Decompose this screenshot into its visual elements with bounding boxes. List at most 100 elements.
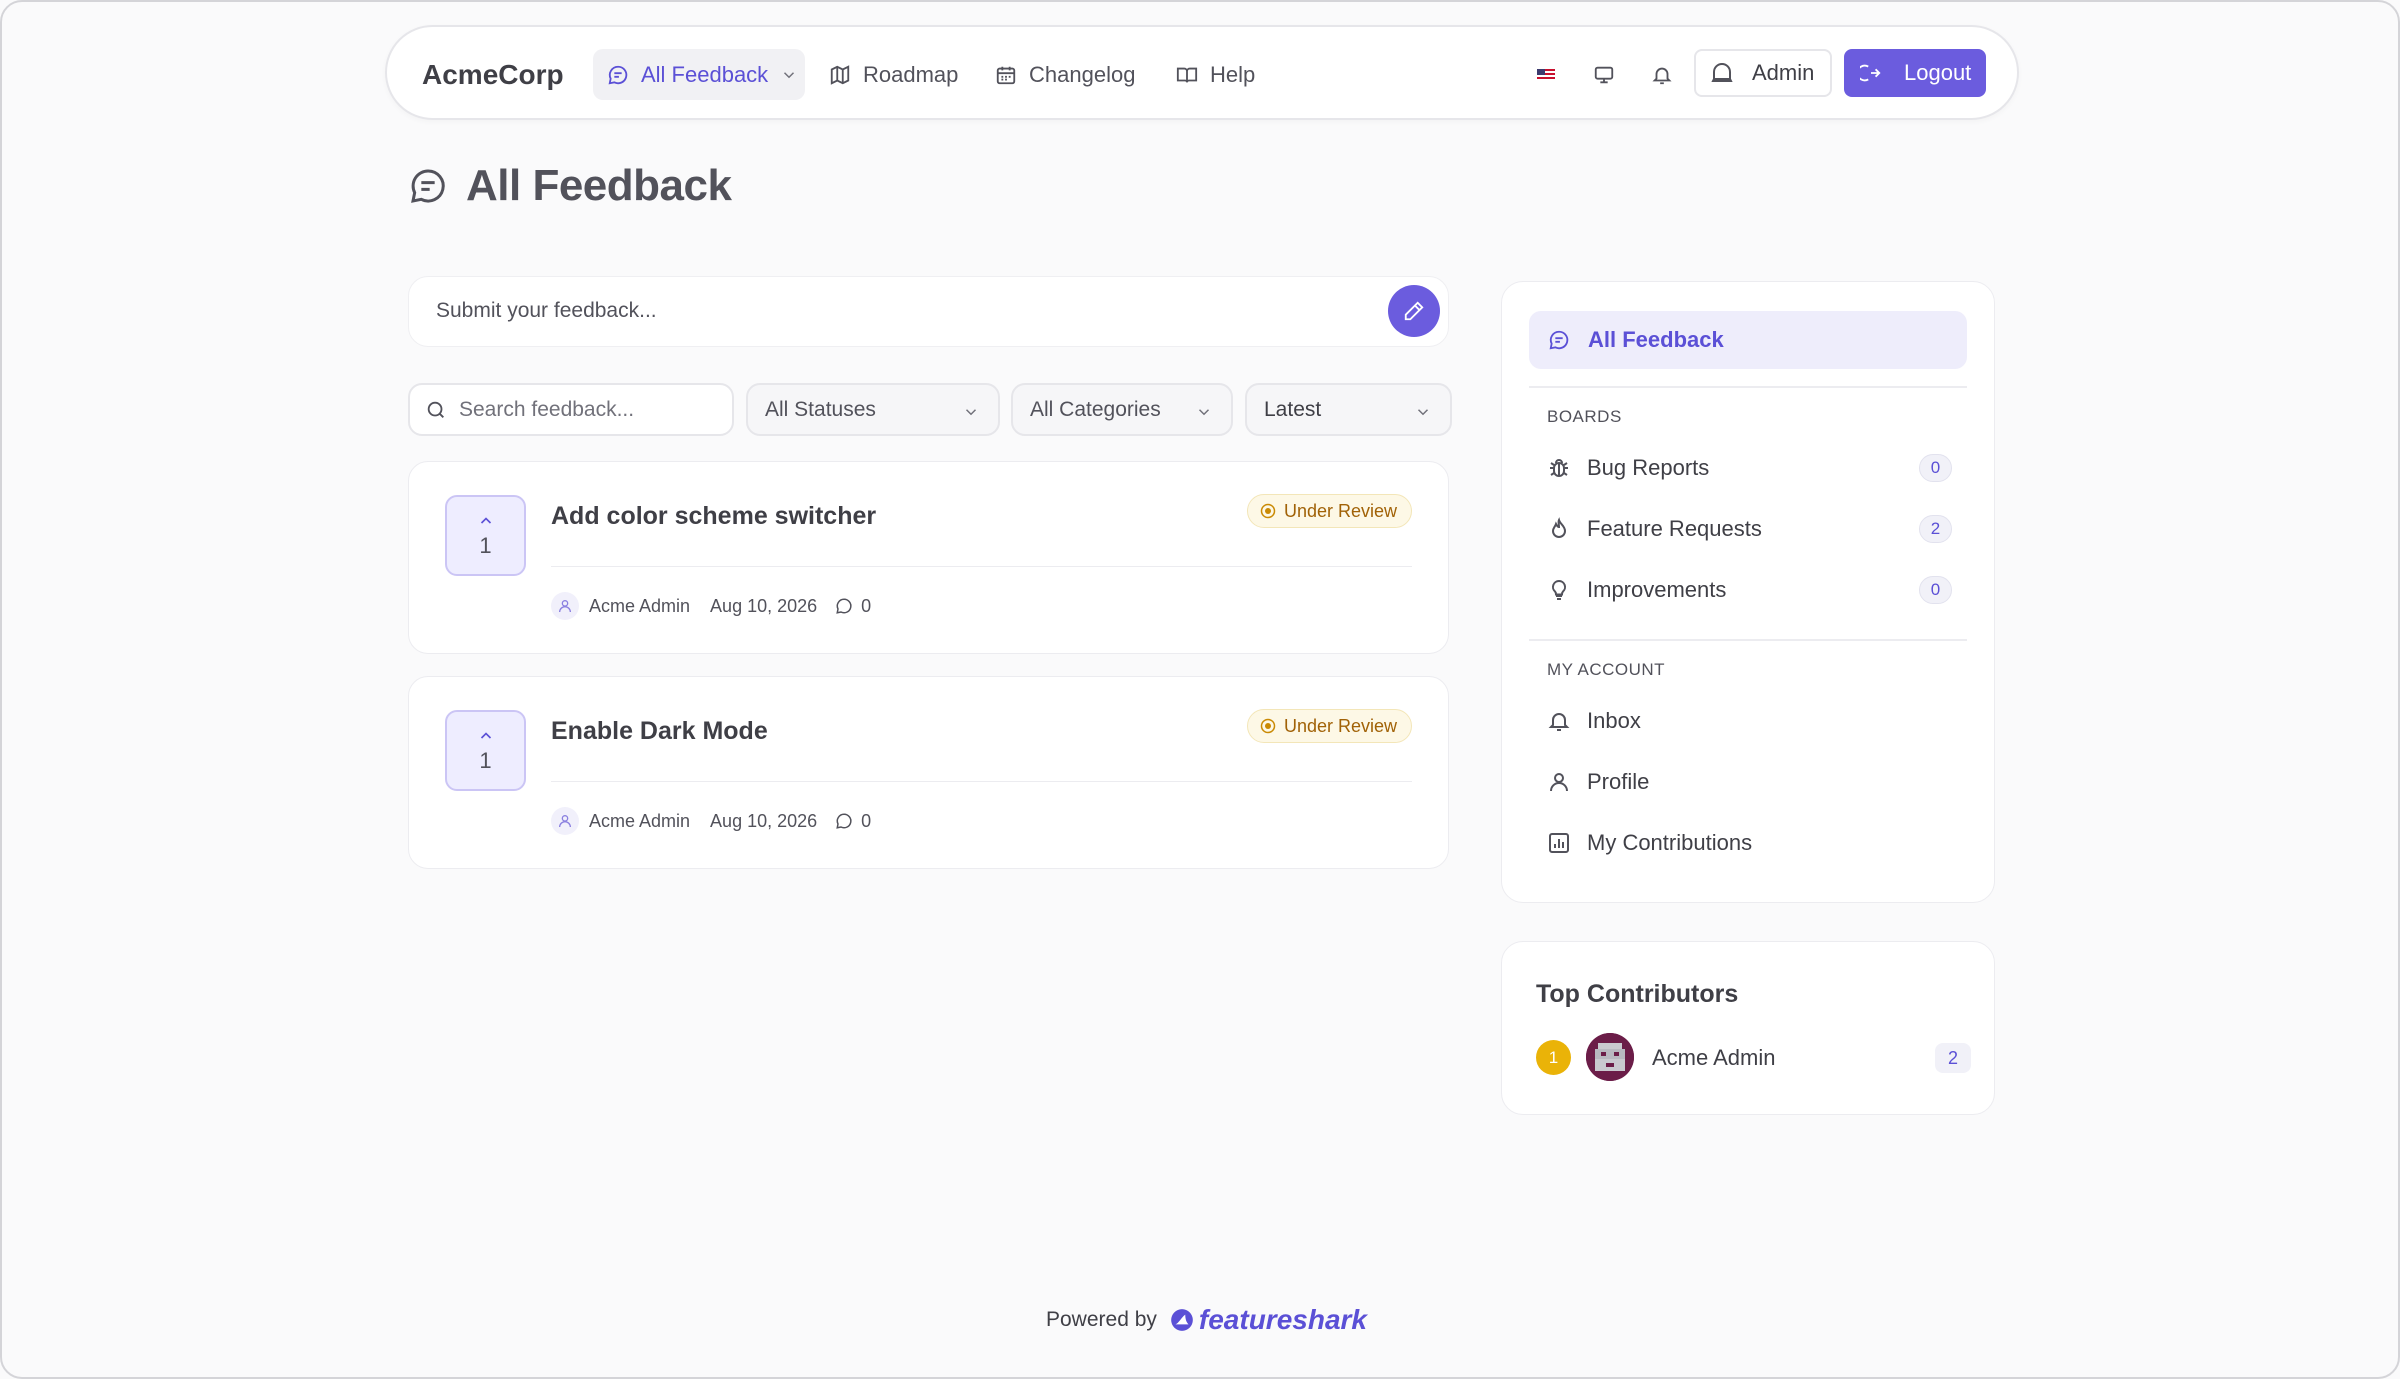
status-badge-label: Under Review [1283,500,1397,521]
sidebar-item-bug-reports[interactable]: Bug Reports 0 [1547,448,1952,488]
bell-icon [1652,67,1672,85]
user-icon [1550,773,1568,792]
upvote-button[interactable]: 1 [445,710,526,791]
footer: Powered by featureshark [1046,1304,1367,1336]
comment-count: 0 [835,596,871,617]
feedback-date: Aug 10, 2026 [710,810,818,831]
app-window: AcmeCorp All Feedback Roadmap Changelog … [0,0,2400,1379]
nav-roadmap-label: Roadmap [863,61,959,87]
admin-button[interactable]: Admin [1694,49,1832,97]
nav-all-feedback[interactable]: All Feedback [593,49,805,100]
submit-feedback-button[interactable] [1388,285,1440,337]
author-name: Acme Admin [589,810,691,831]
chevron-up-icon [480,516,491,524]
logout-button-label: Logout [1904,60,1972,85]
sort-select[interactable]: Latest [1245,383,1452,436]
feedback-meta: Acme Admin Aug 10, 2026 0 [551,807,871,835]
sidebar-item-my-contributions[interactable]: My Contributions [1547,823,1952,863]
top-contributors-panel: Top Contributors 1 Acme Admin 2 [1501,941,1995,1115]
feedback-card[interactable]: 1 Enable Dark Mode Under Review Acme Adm… [408,676,1449,869]
chevron-down-icon [784,71,795,78]
sidebar-item-label: Feature Requests [1587,516,1762,541]
sort-value: Latest [1264,397,1322,421]
user-icon [559,815,571,828]
nav-roadmap[interactable]: Roadmap [829,49,958,100]
admin-button-label: Admin [1752,60,1815,85]
book-open-icon [1176,67,1198,83]
us-flag-icon[interactable] [1537,68,1555,81]
sidebar-divider [1529,386,1967,388]
chat-bubble-icon [608,65,628,84]
feedback-card[interactable]: 1 Add color scheme switcher Under Review… [408,461,1449,654]
sidebar-item-all-feedback[interactable]: All Feedback [1529,311,1967,369]
brand-logo[interactable]: AcmeCorp [422,59,564,91]
calendar-icon [996,66,1016,84]
sidebar-item-label: Bug Reports [1587,455,1710,480]
sidebar-item-label: All Feedback [1588,327,1724,352]
chevron-down-icon [1198,409,1210,416]
featureshark-link[interactable]: featureshark [1169,1304,1367,1336]
vote-count: 1 [479,747,492,773]
display-theme-button[interactable] [1589,60,1619,90]
map-icon [830,64,850,85]
chevron-up-icon [480,731,491,739]
vote-count: 1 [479,532,492,558]
chevron-down-icon [965,409,977,416]
status-badge-label: Under Review [1283,715,1397,736]
monitor-icon [1594,66,1614,84]
sidebar-divider [1529,639,1967,641]
board-count-badge: 0 [1919,576,1952,604]
feedback-meta: Acme Admin Aug 10, 2026 0 [551,592,871,620]
status-badge: Under Review [1246,494,1412,528]
category-filter-value: All Categories [1030,397,1161,421]
flame-icon [1551,517,1567,538]
notifications-button[interactable] [1647,60,1677,90]
submit-feedback-input[interactable]: Submit your feedback... [408,276,1449,347]
search-input[interactable]: Search feedback... [408,383,734,436]
chevron-down-icon [1417,409,1429,416]
bell-icon [1548,713,1570,731]
comment-count-value: 0 [861,810,872,831]
contributor-name[interactable]: Acme Admin [1652,1045,1776,1071]
my-account-heading: MY ACCOUNT [1547,660,1666,679]
status-filter-select[interactable]: All Statuses [746,383,1000,436]
category-filter-select[interactable]: All Categories [1011,383,1233,436]
nav-changelog[interactable]: Changelog [995,49,1135,100]
feedback-title[interactable]: Add color scheme switcher [551,502,876,531]
sidebar-item-improvements[interactable]: Improvements 0 [1547,570,1952,610]
board-count-badge: 0 [1919,454,1952,482]
comment-count-value: 0 [861,595,872,616]
sidebar: All Feedback BOARDS Bug Reports 0 Featur… [1501,281,1995,903]
sidebar-item-label: Inbox [1587,708,1641,733]
powered-by-label: Powered by [1046,1308,1157,1331]
status-dot-icon [1260,718,1276,734]
featureshark-label: featureshark [1198,1304,1367,1335]
lightbulb-icon [1551,579,1567,600]
author-avatar [551,592,579,620]
feedback-date: Aug 10, 2026 [710,595,818,616]
comment-icon [836,813,852,829]
feedback-title[interactable]: Enable Dark Mode [551,717,768,746]
admin-dashboard-icon [1711,63,1733,82]
sidebar-item-inbox[interactable]: Inbox [1547,701,1952,741]
sidebar-item-label: My Contributions [1587,830,1753,855]
sidebar-item-label: Improvements [1587,577,1727,602]
comment-icon [836,598,852,614]
pencil-icon [1404,301,1424,321]
status-dot-icon [1260,503,1276,519]
nav-help-label: Help [1210,61,1256,87]
avatar[interactable] [1586,1033,1634,1081]
sidebar-item-profile[interactable]: Profile [1547,762,1952,802]
nav-all-feedback-label: All Feedback [641,61,769,87]
board-count-badge: 2 [1919,515,1952,543]
logout-button[interactable]: Logout [1844,49,1986,97]
card-divider [551,566,1412,567]
nav-help[interactable]: Help [1176,49,1255,100]
bug-icon [1550,459,1568,477]
status-filter-value: All Statuses [765,397,876,421]
upvote-button[interactable]: 1 [445,495,526,576]
author-avatar [551,807,579,835]
sidebar-item-feature-requests[interactable]: Feature Requests 2 [1547,509,1952,549]
author-name: Acme Admin [589,595,691,616]
rank-badge: 1 [1536,1040,1571,1075]
